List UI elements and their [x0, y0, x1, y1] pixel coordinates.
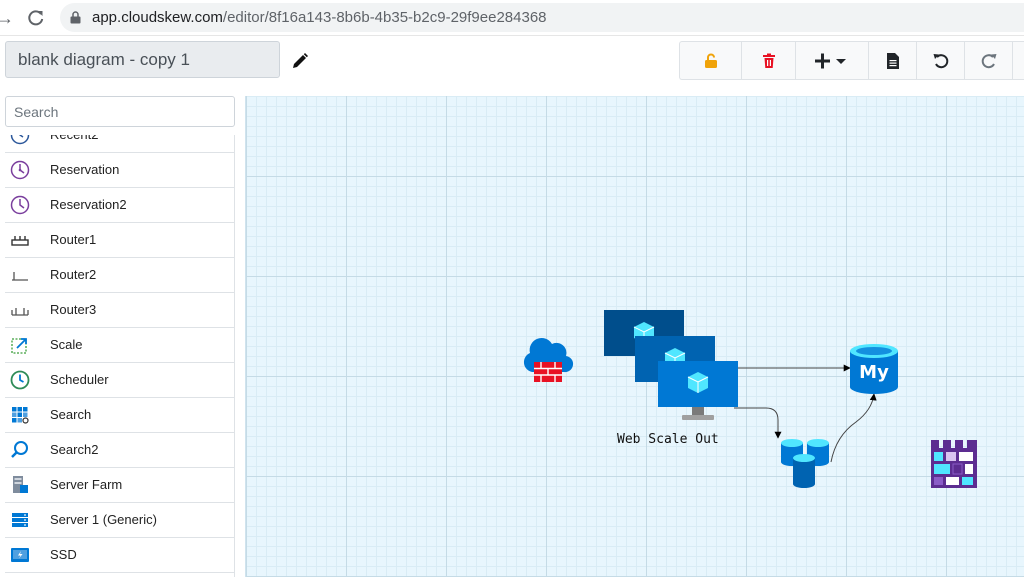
add-shape-button[interactable]: [796, 42, 869, 79]
app-header: blank diagram - copy 1: [0, 36, 1024, 88]
vm-scale-set-icon[interactable]: [602, 308, 742, 428]
list-item-label: Server 1 (Generic): [50, 512, 157, 527]
list-item-label: Reservation2: [50, 197, 127, 212]
list-item-search2[interactable]: Search2: [5, 433, 234, 468]
ssd-icon: [11, 548, 29, 562]
browser-bar: → app.cloudskew.com/editor/8f16a143-8b6b…: [0, 0, 1024, 36]
list-item-server-farm[interactable]: Server Farm: [5, 468, 234, 503]
diagram-canvas[interactable]: Web Scale Out My: [245, 96, 1024, 577]
list-item-server-generic[interactable]: Server 1 (Generic): [5, 503, 234, 538]
list-item-recent2[interactable]: Recent2: [5, 135, 234, 153]
list-item-reservation[interactable]: Reservation: [5, 153, 234, 188]
mysql-database-icon[interactable]: My: [848, 343, 900, 395]
list-item-label: Server Farm: [50, 477, 123, 492]
plus-icon: [815, 53, 846, 68]
list-item-label: Search2: [50, 442, 99, 457]
storage-grid-icon[interactable]: [928, 438, 980, 490]
list-item-search[interactable]: Search: [5, 398, 234, 433]
connector-sql-pool-to-mysql: [830, 393, 877, 463]
mysql-text: My: [859, 362, 889, 383]
list-item-router3[interactable]: Router3: [5, 293, 234, 328]
list-item-ssd[interactable]: SSD: [5, 538, 234, 573]
list-item-label: Router2: [50, 267, 97, 282]
reservation-clock-icon: [10, 160, 30, 180]
cloud-firewall-icon[interactable]: [522, 332, 574, 384]
router-icon: [11, 308, 29, 316]
document-icon: [886, 52, 899, 69]
list-item-scheduler[interactable]: Scheduler: [5, 363, 234, 398]
list-item-label: Router3: [50, 302, 97, 317]
server-icon: [12, 513, 28, 527]
caret-down-icon: [836, 58, 846, 64]
reload-icon[interactable]: [25, 7, 47, 29]
delete-button[interactable]: [742, 42, 796, 79]
list-item-label: Scale: [50, 337, 83, 352]
clock-icon: [10, 135, 30, 145]
shape-list[interactable]: Recent2 Reservation Reservation2 Router1…: [5, 135, 235, 577]
list-item-label: Recent2: [50, 135, 98, 152]
unlock-button[interactable]: [680, 42, 742, 79]
url-text: app.cloudskew.com/editor/8f16a143-8b6b-4…: [92, 9, 547, 26]
url-path: /editor/8f16a143-8b6b-4b35-b2c9-29f9ee28…: [222, 9, 547, 26]
undo-button[interactable]: [917, 42, 965, 79]
list-item-label: Search: [50, 407, 92, 422]
list-item-label: Reservation: [50, 162, 120, 177]
shape-search-input[interactable]: [5, 96, 235, 127]
server-farm-icon: [13, 476, 28, 493]
unlock-icon: [704, 53, 717, 68]
search-grid-icon: [12, 407, 29, 424]
toolbar: [679, 41, 1024, 80]
export-document-button[interactable]: [869, 42, 917, 79]
list-item-reservation2[interactable]: Reservation2: [5, 188, 234, 223]
list-item-router1[interactable]: Router1: [5, 223, 234, 258]
undo-icon: [933, 53, 948, 68]
scheduler-icon: [10, 370, 30, 390]
router-icon: [11, 236, 29, 246]
list-item-label: Router1: [50, 232, 97, 247]
trash-icon: [762, 53, 775, 68]
vmss-label[interactable]: Web Scale Out: [617, 432, 719, 447]
address-bar[interactable]: app.cloudskew.com/editor/8f16a143-8b6b-4…: [60, 3, 1024, 32]
list-item-label: SSD: [50, 547, 77, 562]
router-icon: [12, 272, 28, 281]
lock-icon: [70, 11, 81, 24]
scale-icon: [11, 338, 27, 354]
database-group-icon[interactable]: [779, 438, 831, 490]
list-item-label: Scheduler: [50, 372, 109, 387]
pencil-icon[interactable]: [291, 52, 309, 70]
list-item-router2[interactable]: Router2: [5, 258, 234, 293]
list-item-scale[interactable]: Scale: [5, 328, 234, 363]
reservation-clock-icon: [10, 195, 30, 215]
forward-icon[interactable]: →: [0, 7, 16, 29]
redo-button[interactable]: [965, 42, 1013, 79]
magnifier-icon: [11, 441, 28, 458]
shape-sidebar: Recent2 Reservation Reservation2 Router1…: [0, 88, 245, 577]
diagram-title-field[interactable]: blank diagram - copy 1: [5, 41, 280, 78]
redo-icon: [981, 53, 996, 68]
url-host: app.cloudskew.com: [92, 9, 223, 26]
